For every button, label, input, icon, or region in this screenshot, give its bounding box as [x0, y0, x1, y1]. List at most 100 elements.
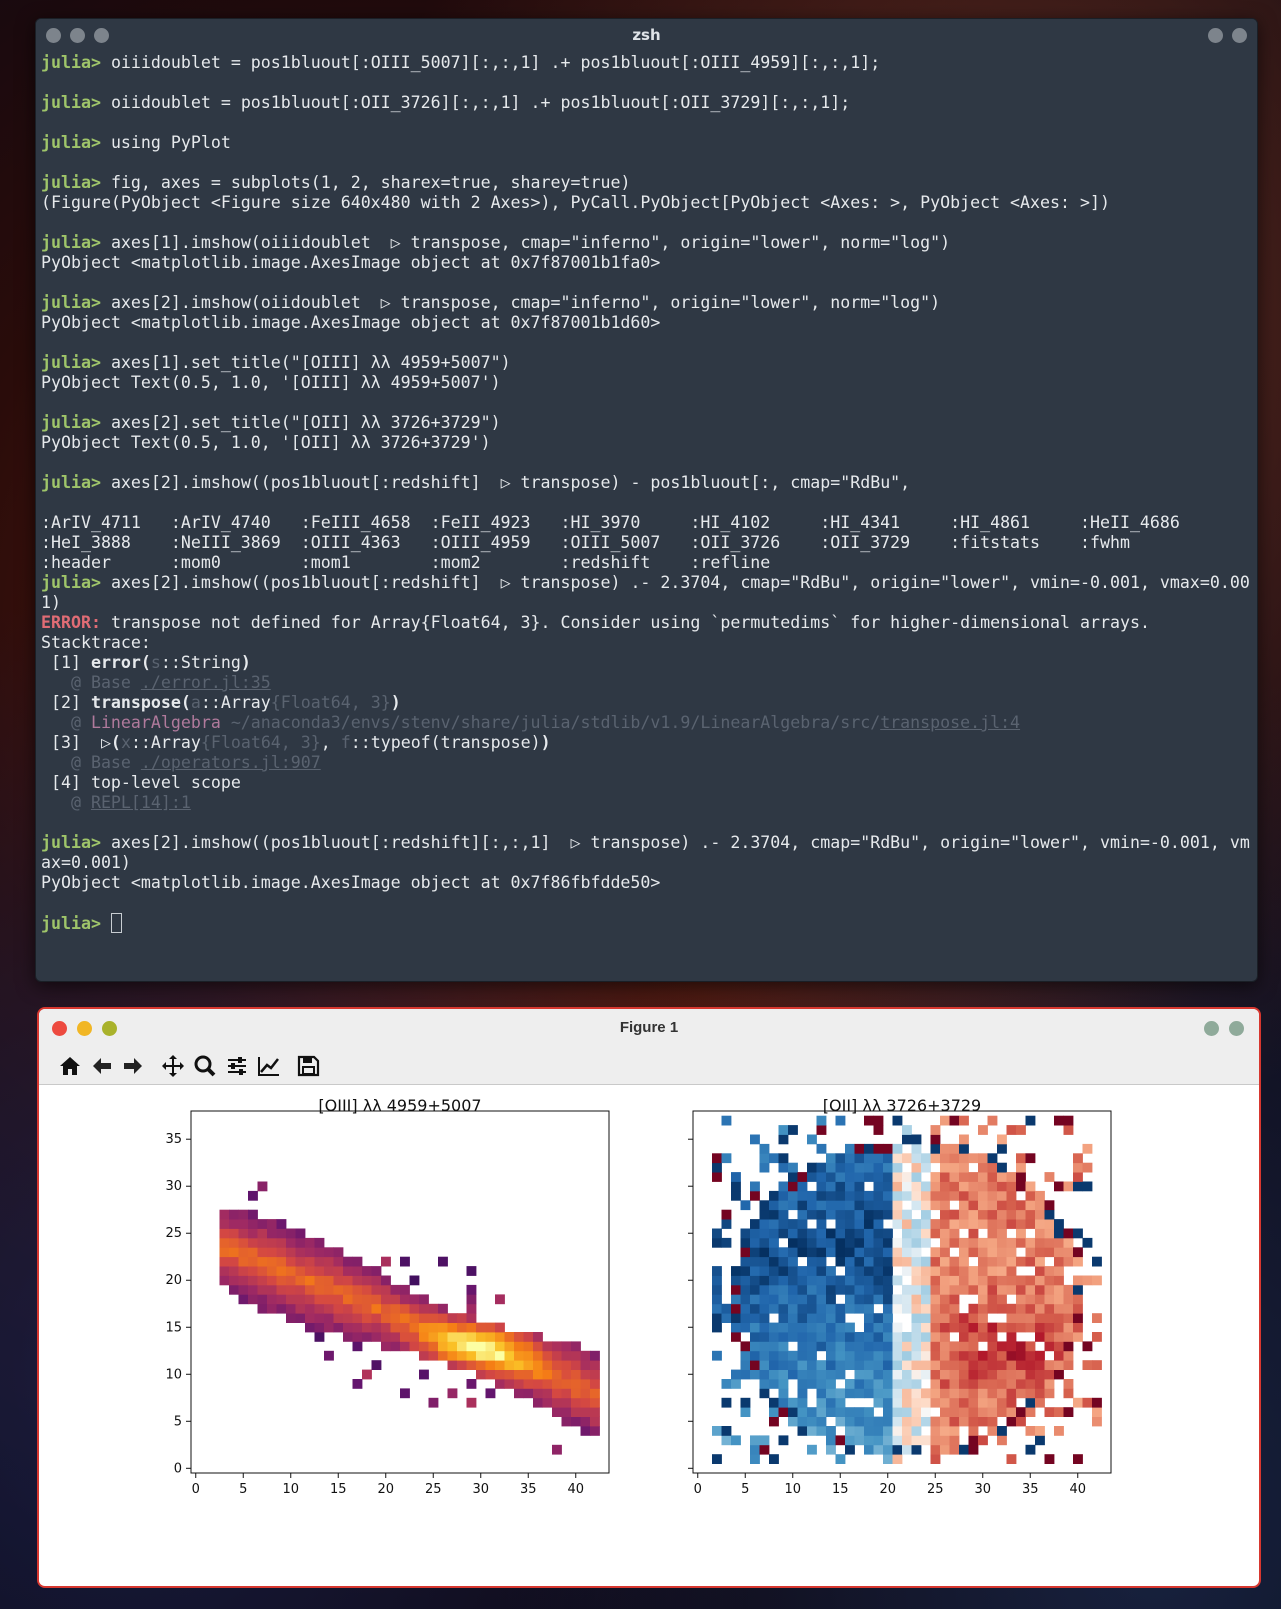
terminal-extra-button-2[interactable]	[1232, 28, 1247, 43]
heatmap-cell	[740, 1256, 751, 1267]
heatmap-cell	[864, 1266, 874, 1276]
heatmap-cell	[826, 1284, 836, 1295]
heatmap-cell	[750, 1256, 760, 1267]
heatmap-cell	[968, 1416, 979, 1427]
heatmap-cell	[968, 1247, 979, 1258]
heatmap-cell	[930, 1190, 941, 1201]
heatmap-cell	[750, 1219, 760, 1229]
heatmap-cell	[864, 1303, 874, 1314]
heatmap-cell	[769, 1200, 779, 1211]
heatmap-cell	[978, 1416, 988, 1427]
heatmap-cell	[807, 1407, 817, 1417]
heatmap-cell	[788, 1200, 798, 1211]
figure-canvas[interactable]: [OIII] λλ 4959+5007 [OII] λλ 3726+3729 0…	[39, 1085, 1255, 1585]
heatmap-cell	[911, 1426, 922, 1436]
back-icon[interactable]	[89, 1054, 115, 1078]
save-icon[interactable]	[295, 1054, 321, 1078]
heatmap-cell	[902, 1247, 912, 1258]
heatmap-cell	[238, 1266, 249, 1276]
heatmap-cell	[504, 1369, 515, 1380]
heatmap-cell	[902, 1190, 912, 1201]
heatmap-cell	[1054, 1256, 1064, 1267]
heatmap-cell	[324, 1350, 334, 1361]
heatmap-cell	[978, 1125, 988, 1135]
heatmap-cell	[466, 1294, 477, 1305]
heatmap-cell	[504, 1360, 515, 1370]
terminal-extra-button-1[interactable]	[1208, 28, 1223, 43]
figure-titlebar[interactable]: Figure 1	[39, 1009, 1259, 1047]
zoom-icon[interactable]	[192, 1054, 218, 1078]
heatmap-cell	[835, 1209, 846, 1220]
heatmap-cell	[835, 1228, 846, 1239]
heatmap-cell	[1016, 1294, 1026, 1305]
heatmap-cell	[987, 1426, 998, 1436]
heatmap-cell	[352, 1266, 363, 1276]
terminal-text: ::Array	[130, 733, 201, 752]
heatmap-cell	[883, 1228, 893, 1239]
figure-extra-button-1[interactable]	[1204, 1021, 1219, 1036]
terminal-window[interactable]: zsh julia> oiiidoublet = pos1bluout[:OII…	[35, 18, 1258, 982]
heatmap-cell	[864, 1444, 874, 1455]
heatmap-cell	[883, 1369, 893, 1380]
heatmap-cell	[286, 1294, 296, 1305]
heatmap-cell	[778, 1360, 789, 1370]
heatmap-cell	[940, 1266, 950, 1276]
home-icon[interactable]	[57, 1054, 83, 1078]
heatmap-cell	[1025, 1407, 1036, 1417]
heatmap-cell	[1035, 1200, 1045, 1211]
heatmap-cell	[902, 1416, 912, 1427]
heatmap-cell	[314, 1237, 325, 1248]
terminal-text: ::Array	[200, 693, 271, 712]
heatmap-cell	[911, 1435, 922, 1446]
heatmap-cell	[731, 1435, 741, 1446]
heatmap-cell	[219, 1256, 230, 1267]
heatmap-cell	[731, 1303, 741, 1314]
heatmap-cell	[352, 1379, 363, 1389]
heatmap-cell	[873, 1397, 884, 1408]
heatmap-cell	[892, 1143, 903, 1154]
heatmap-cell	[797, 1350, 808, 1361]
heatmap-cell	[1054, 1360, 1064, 1370]
heatmap-cell	[1044, 1219, 1055, 1229]
figure-window[interactable]: Figure 1 [OIII] λλ 4959+5007 [OII] λλ 37…	[37, 1007, 1261, 1588]
heatmap-cell	[940, 1172, 950, 1182]
heatmap-cell	[343, 1313, 353, 1323]
heatmap-cell	[400, 1388, 410, 1399]
heatmap-cell	[438, 1332, 448, 1342]
terminal-titlebar[interactable]: zsh	[36, 19, 1257, 53]
output-text: PyObject <matplotlib.image.AxesImage obj…	[41, 873, 661, 892]
figure-extra-button-2[interactable]	[1229, 1021, 1244, 1036]
heatmap-cell	[740, 1275, 751, 1286]
heatmap-cell	[769, 1322, 779, 1333]
heatmap-cell	[816, 1162, 827, 1173]
heatmap-cell	[1016, 1219, 1026, 1229]
heatmap-cell	[835, 1397, 846, 1408]
heatmap-cell	[835, 1350, 846, 1361]
forward-icon[interactable]	[120, 1054, 146, 1078]
plot-area[interactable]: 0 5 10 15 20 25 30 35 40051015202530350 5 10 15 20 25…	[39, 1085, 1255, 1585]
terminal-output[interactable]: julia> oiiidoublet = pos1bluout[:OIII_50…	[41, 53, 1252, 981]
heatmap-cell	[997, 1341, 1007, 1352]
heatmap-cell	[778, 1190, 789, 1201]
heatmap-cell	[1016, 1209, 1026, 1220]
heatmap-cell	[314, 1313, 325, 1323]
heatmap-cell	[997, 1237, 1007, 1248]
heatmap-cell	[238, 1219, 249, 1229]
heatmap-cell	[1092, 1416, 1102, 1427]
heatmap-cell	[959, 1181, 969, 1192]
heatmap-cell	[371, 1266, 382, 1276]
heatmap-cell	[276, 1237, 287, 1248]
heatmap-cell	[219, 1275, 230, 1286]
heatmap-cell	[362, 1369, 372, 1380]
heatmap-cell	[1063, 1360, 1074, 1370]
heatmap-cell	[514, 1341, 524, 1352]
heatmap-cell	[400, 1322, 410, 1333]
configure-icon[interactable]	[224, 1054, 250, 1078]
pan-icon[interactable]	[160, 1054, 186, 1078]
heatmap-cell	[835, 1247, 846, 1258]
heatmap-cell	[750, 1181, 760, 1192]
heatmap-cell	[959, 1143, 969, 1154]
heatmap-cell	[740, 1350, 751, 1361]
edit-axis-icon[interactable]	[256, 1054, 282, 1078]
heatmap-cell	[759, 1379, 770, 1389]
